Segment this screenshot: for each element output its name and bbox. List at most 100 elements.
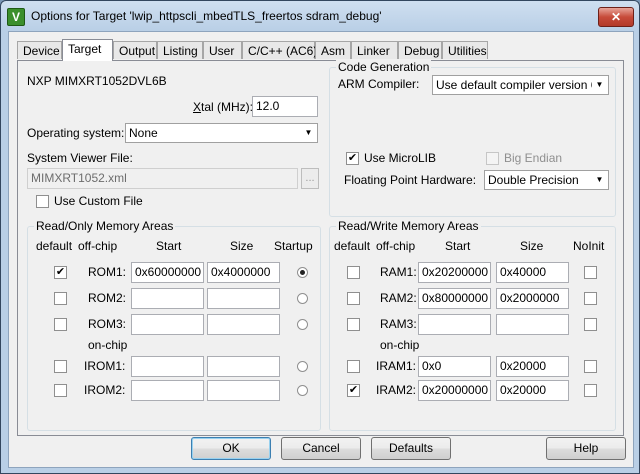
rw-memory-title: Read/Write Memory Areas	[336, 219, 481, 233]
iram1-default-checkbox[interactable]	[347, 360, 360, 373]
ram3-default-checkbox[interactable]	[347, 318, 360, 331]
rom1-label: ROM1:	[88, 265, 127, 279]
rw-memory-group: Read/Write Memory Areas default off-chip…	[329, 219, 616, 431]
rw-header-start: Start	[445, 239, 471, 253]
rom2-default-checkbox[interactable]	[54, 292, 67, 305]
title-bar[interactable]: V Options for Target 'lwip_httpscli_mbed…	[1, 1, 639, 31]
custom-file-checkbox[interactable]	[36, 195, 49, 208]
svf-browse-button[interactable]: ...	[301, 168, 319, 189]
rom1-start-input[interactable]: 0x60000000	[131, 262, 204, 283]
iram2-size-input[interactable]: 0x20000	[496, 380, 569, 401]
irom2-startup-radio[interactable]	[297, 385, 308, 396]
custom-file-label: Use Custom File	[54, 194, 143, 208]
ram1-noinit-checkbox[interactable]	[584, 266, 597, 279]
compiler-select-value: Use default compiler version 6	[436, 78, 598, 92]
iram1-noinit-checkbox[interactable]	[584, 360, 597, 373]
tab-linker[interactable]: Linker	[351, 41, 398, 59]
ro-memory-group: Read/Only Memory Areas default off-chip …	[27, 219, 321, 431]
rom2-size-input[interactable]	[207, 288, 280, 309]
ro-header-size: Size	[230, 239, 254, 253]
ram3-size-input[interactable]	[496, 314, 569, 335]
device-name: NXP MIMXRT1052DVL6B	[27, 74, 167, 88]
rom2-startup-radio[interactable]	[297, 293, 308, 304]
ram1-default-checkbox[interactable]	[347, 266, 360, 279]
big-endian-checkbox[interactable]	[486, 152, 499, 165]
ro-header-start: Start	[156, 239, 182, 253]
tab-output[interactable]: Output	[113, 41, 157, 59]
xtal-mnemonic: X	[193, 100, 202, 114]
iram2-noinit-checkbox[interactable]	[584, 384, 597, 397]
iram1-start-input[interactable]: 0x0	[418, 356, 491, 377]
svf-input[interactable]: MIMXRT1052.xml	[27, 168, 298, 189]
irom2-default-checkbox[interactable]	[54, 384, 67, 397]
ram1-start-input[interactable]: 0x20200000	[418, 262, 491, 283]
ram2-size-input[interactable]: 0x2000000	[496, 288, 569, 309]
irom1-size-input[interactable]	[207, 356, 280, 377]
irom2-label: IROM2:	[84, 383, 126, 397]
rom3-default-checkbox[interactable]	[54, 318, 67, 331]
rom2-label: ROM2:	[88, 291, 127, 305]
dialog-client-area: Device Target Output Listing User C/C++ …	[8, 31, 634, 468]
iram1-size-input[interactable]: 0x20000	[496, 356, 569, 377]
options-dialog: V Options for Target 'lwip_httpscli_mbed…	[0, 0, 640, 474]
rom3-start-input[interactable]	[131, 314, 204, 335]
iram1-label: IRAM1:	[376, 359, 417, 373]
rom1-size-input[interactable]: 0x4000000	[207, 262, 280, 283]
close-button[interactable]: ✕	[598, 7, 634, 27]
irom2-start-input[interactable]	[131, 380, 204, 401]
keil-app-icon: V	[7, 8, 25, 26]
ro-onchip-label: on-chip	[88, 338, 128, 352]
iram2-default-checkbox[interactable]: ✔	[347, 384, 360, 397]
irom1-default-checkbox[interactable]	[54, 360, 67, 373]
microlib-checkbox[interactable]: ✔	[346, 152, 359, 165]
irom2-size-input[interactable]	[207, 380, 280, 401]
chevron-down-icon: ▼	[301, 125, 316, 141]
iram2-start-input[interactable]: 0x20000000	[418, 380, 491, 401]
ram2-start-input[interactable]: 0x80000000	[418, 288, 491, 309]
chevron-down-icon: ▼	[592, 172, 607, 188]
rom3-label: ROM3:	[88, 317, 127, 331]
rom2-start-input[interactable]	[131, 288, 204, 309]
microlib-label: Use MicroLIB	[364, 151, 437, 165]
ram3-start-input[interactable]	[418, 314, 491, 335]
iram2-label: IRAM2:	[376, 383, 417, 397]
tab-utilities[interactable]: Utilities	[442, 41, 488, 59]
tab-listing[interactable]: Listing	[157, 41, 203, 59]
window-title: Options for Target 'lwip_httpscli_mbedTL…	[31, 9, 382, 23]
tab-device[interactable]: Device	[17, 41, 62, 59]
irom1-start-input[interactable]	[131, 356, 204, 377]
xtal-input[interactable]: 12.0	[252, 96, 318, 117]
rw-header-noinit: NoInit	[573, 239, 605, 253]
tab-cpp-ac6[interactable]: C/C++ (AC6)	[242, 41, 317, 59]
fpu-select[interactable]: Double Precision ▼	[484, 170, 609, 190]
ram2-default-checkbox[interactable]	[347, 292, 360, 305]
ok-button[interactable]: OK	[191, 437, 271, 460]
tab-target[interactable]: Target	[62, 39, 113, 61]
compiler-label: ARM Compiler:	[338, 77, 420, 91]
rom1-default-checkbox[interactable]: ✔	[54, 266, 67, 279]
ram1-label: RAM1:	[380, 265, 417, 279]
big-endian-label: Big Endian	[504, 151, 563, 165]
defaults-button[interactable]: Defaults	[371, 437, 451, 460]
tab-user[interactable]: User	[203, 41, 242, 59]
tab-debug[interactable]: Debug	[398, 41, 442, 59]
rw-onchip-label: on-chip	[380, 338, 420, 352]
os-select[interactable]: None ▼	[125, 123, 318, 143]
tab-asm[interactable]: Asm	[315, 41, 351, 59]
xtal-label: Xtal (MHz):	[193, 100, 253, 114]
ram2-noinit-checkbox[interactable]	[584, 292, 597, 305]
rom3-size-input[interactable]	[207, 314, 280, 335]
chevron-down-icon: ▼	[592, 77, 607, 93]
xtal-label-text: tal (MHz):	[201, 100, 254, 114]
rom3-startup-radio[interactable]	[297, 319, 308, 330]
rom1-startup-radio[interactable]	[297, 267, 308, 278]
rw-header-size: Size	[520, 239, 544, 253]
help-button[interactable]: Help	[546, 437, 626, 460]
fpu-label: Floating Point Hardware:	[344, 173, 477, 187]
cancel-button[interactable]: Cancel	[281, 437, 361, 460]
ram1-size-input[interactable]: 0x40000	[496, 262, 569, 283]
ram3-noinit-checkbox[interactable]	[584, 318, 597, 331]
irom1-label: IROM1:	[84, 359, 126, 373]
irom1-startup-radio[interactable]	[297, 361, 308, 372]
compiler-select[interactable]: Use default compiler version 6 ▼	[432, 75, 609, 95]
